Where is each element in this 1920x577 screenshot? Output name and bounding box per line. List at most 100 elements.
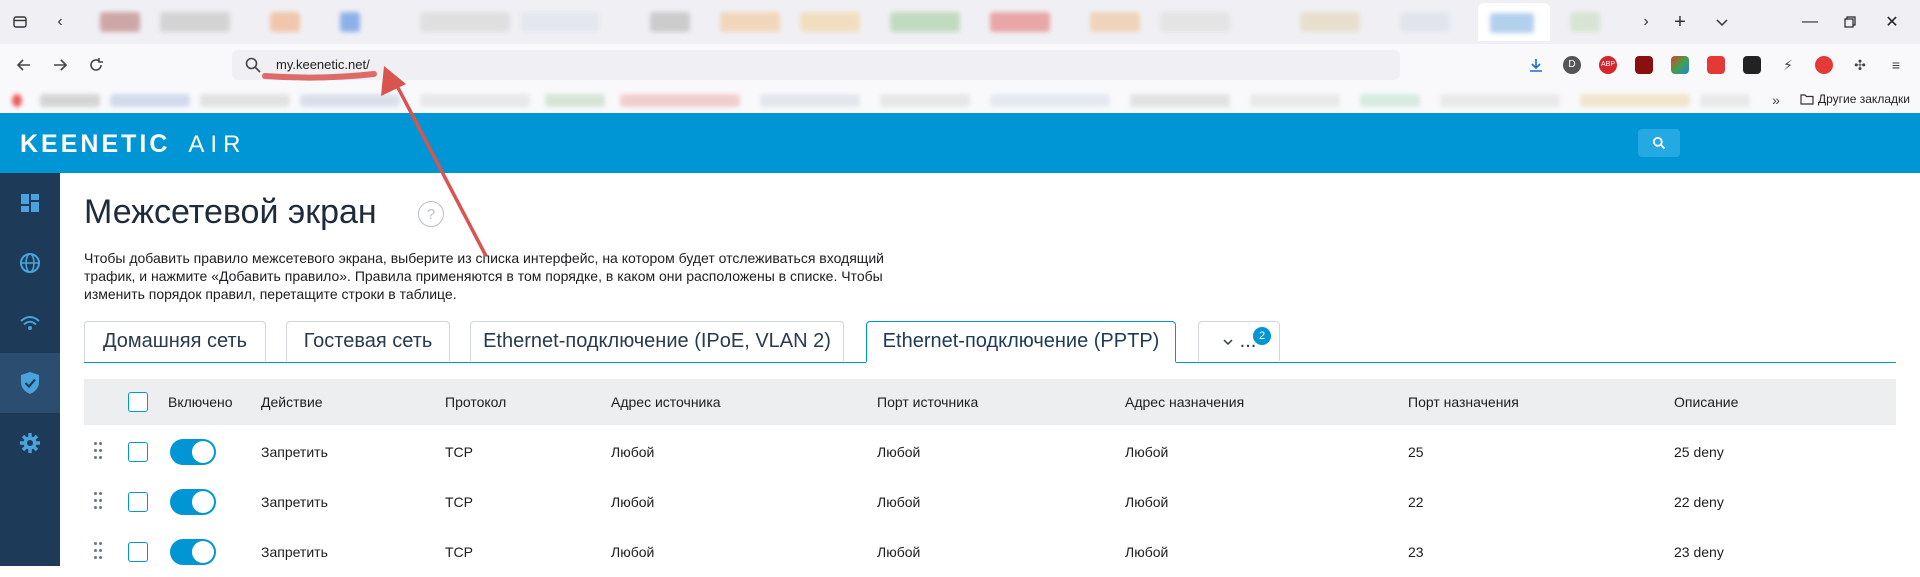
settings-gear-icon <box>20 433 40 453</box>
list-all-tabs-icon[interactable] <box>8 10 32 34</box>
enabled-toggle[interactable] <box>170 489 216 515</box>
chevron-down-icon <box>1223 338 1233 345</box>
enabled-toggle[interactable] <box>170 539 216 565</box>
browser-tab[interactable] <box>650 12 690 32</box>
browser-tab[interactable] <box>720 12 780 32</box>
search-icon <box>245 57 261 73</box>
select-all-checkbox[interactable] <box>128 392 148 412</box>
bookmark-item[interactable] <box>620 94 740 107</box>
header-search-button[interactable] <box>1638 129 1680 157</box>
row-checkbox[interactable] <box>128 492 148 512</box>
reload-icon[interactable] <box>84 53 108 77</box>
bookmark-item[interactable] <box>1700 94 1750 107</box>
keenetic-logo[interactable]: KEENETIC AIR <box>20 130 246 159</box>
browser-tab[interactable] <box>1570 12 1600 32</box>
bookmark-item[interactable] <box>300 94 400 107</box>
video-icon[interactable] <box>1815 56 1833 74</box>
help-icon[interactable]: ? <box>418 201 444 227</box>
browser-tab[interactable] <box>420 12 510 32</box>
bookmark-item[interactable] <box>880 94 970 107</box>
bookmark-item[interactable] <box>420 94 530 107</box>
bookmark-item[interactable] <box>12 94 22 107</box>
tab-home-network[interactable]: Домашняя сеть <box>84 321 266 361</box>
bookmarks-bar: » Другие закладки <box>0 86 1920 114</box>
bookmark-item[interactable] <box>1250 94 1340 107</box>
forward-icon[interactable] <box>48 53 72 77</box>
tab-menu-chevron-icon[interactable] <box>1710 10 1734 34</box>
browser-tab[interactable] <box>100 12 140 32</box>
table-row[interactable]: Запретить TCP Любой Любой Любой 23 23 de… <box>84 527 1896 577</box>
bookmark-item[interactable] <box>545 94 605 107</box>
profile-d-icon[interactable]: D <box>1563 56 1581 74</box>
browser-tab[interactable] <box>1160 12 1230 32</box>
bookmark-item[interactable] <box>1130 94 1230 107</box>
url-text[interactable]: my.keenetic.net/ <box>276 57 370 72</box>
screenshot-icon[interactable] <box>1707 56 1725 74</box>
row-checkbox[interactable] <box>128 542 148 562</box>
browser-tab[interactable] <box>800 12 860 32</box>
bookmark-item[interactable] <box>990 94 1110 107</box>
browser-tab[interactable] <box>1090 12 1140 32</box>
bookmark-item[interactable] <box>40 94 100 107</box>
bookmark-item[interactable] <box>760 94 860 107</box>
tab-ethernet-ipoe[interactable]: Ethernet-подключение (IPoE, VLAN 2) <box>470 321 844 361</box>
browser-tab[interactable] <box>1300 12 1360 32</box>
column-header-source-port[interactable]: Порт источника <box>877 394 978 410</box>
sidebar-item-wifi[interactable] <box>0 293 60 353</box>
drag-handle-icon[interactable] <box>94 442 104 460</box>
cell-source-address: Любой <box>611 494 655 510</box>
column-header-protocol[interactable]: Протокол <box>445 394 506 410</box>
sidebar-item-security[interactable] <box>0 353 60 413</box>
table-row[interactable]: Запретить TCP Любой Любой Любой 25 25 de… <box>84 427 1896 477</box>
drag-handle-icon[interactable] <box>94 542 104 560</box>
lightning-icon[interactable]: ⚡ <box>1776 53 1800 77</box>
bookmarks-overflow-icon[interactable]: » <box>1764 88 1788 112</box>
browser-tab[interactable] <box>270 12 300 32</box>
browser-tab[interactable] <box>160 12 230 32</box>
column-header-destination-port[interactable]: Порт назначения <box>1408 394 1519 410</box>
bookmark-item[interactable] <box>200 94 290 107</box>
ublock-icon[interactable] <box>1635 56 1653 74</box>
sidebar-item-dashboard[interactable] <box>0 173 60 233</box>
browser-tab[interactable] <box>1400 12 1450 32</box>
tab-scroll-left-icon[interactable]: ‹ <box>48 10 72 34</box>
other-bookmarks[interactable]: Другие закладки <box>1800 92 1910 106</box>
column-header-enabled[interactable]: Включено <box>168 394 233 410</box>
tab-more[interactable]: ... 2 <box>1198 321 1280 361</box>
tab-scroll-right-icon[interactable]: › <box>1634 10 1658 34</box>
browser-tab[interactable] <box>520 12 600 32</box>
other-bookmarks-label: Другие закладки <box>1818 92 1910 106</box>
browser-tab[interactable] <box>890 12 960 32</box>
adblock-plus-icon[interactable]: ABP <box>1599 56 1617 74</box>
column-header-destination-address[interactable]: Адрес назначения <box>1125 394 1244 410</box>
browser-tab[interactable] <box>990 12 1050 32</box>
sidebar-item-settings[interactable] <box>0 413 60 473</box>
back-icon[interactable] <box>12 53 36 77</box>
bookmark-item[interactable] <box>110 94 190 107</box>
sidebar-item-internet[interactable] <box>0 233 60 293</box>
bookmark-item[interactable] <box>1440 94 1560 107</box>
column-header-source-address[interactable]: Адрес источника <box>611 394 721 410</box>
browser-tab-active[interactable] <box>1478 3 1550 41</box>
table-row[interactable]: Запретить TCP Любой Любой Любой 22 22 de… <box>84 477 1896 527</box>
minimize-icon[interactable]: — <box>1798 10 1822 34</box>
column-header-description[interactable]: Описание <box>1674 394 1738 410</box>
maximize-icon[interactable] <box>1838 10 1862 34</box>
address-bar[interactable]: my.keenetic.net/ <box>232 50 1400 80</box>
new-tab-icon[interactable]: + <box>1668 10 1692 34</box>
bookmark-item[interactable] <box>1360 94 1420 107</box>
tab-ethernet-pptp[interactable]: Ethernet-подключение (PPTP) <box>866 321 1176 363</box>
bookmark-item[interactable] <box>1580 94 1690 107</box>
download-icon[interactable] <box>1524 53 1548 77</box>
row-checkbox[interactable] <box>128 442 148 462</box>
color-picker-icon[interactable] <box>1671 56 1689 74</box>
extensions-puzzle-icon[interactable]: ✣ <box>1848 53 1872 77</box>
drag-handle-icon[interactable] <box>94 492 104 510</box>
close-icon[interactable]: ✕ <box>1880 10 1904 34</box>
extension-icon[interactable] <box>1743 56 1761 74</box>
browser-tab[interactable] <box>340 12 360 32</box>
tab-guest-network[interactable]: Гостевая сеть <box>286 321 450 361</box>
menu-icon[interactable]: ≡ <box>1884 53 1908 77</box>
enabled-toggle[interactable] <box>170 439 216 465</box>
column-header-action[interactable]: Действие <box>261 394 323 410</box>
